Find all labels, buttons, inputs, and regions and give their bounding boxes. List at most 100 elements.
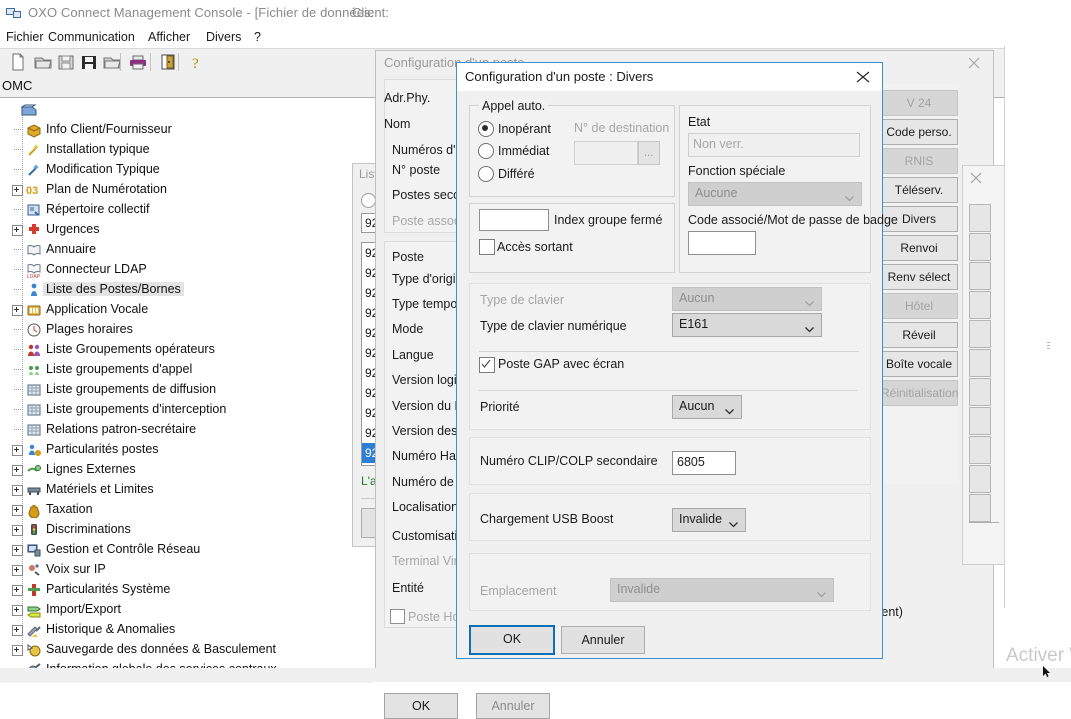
radio-immediat[interactable]: [478, 143, 494, 159]
tree-expand-toggle[interactable]: [12, 625, 23, 636]
window-title-client: Client:: [352, 5, 389, 20]
side-button[interactable]: Boîte vocale: [880, 351, 958, 377]
mini-box[interactable]: [969, 291, 991, 319]
vertical-scrollbar-grip-icon: [1047, 342, 1051, 352]
tree-item-label: Urgences: [46, 222, 100, 236]
tree-expand-toggle[interactable]: [12, 525, 23, 536]
config-field-label: Nom: [384, 117, 411, 131]
side-button[interactable]: Réveil: [880, 322, 958, 348]
exit-door-icon[interactable]: [158, 52, 178, 72]
bottom-edge-strip: [0, 668, 1071, 682]
tree-item-label: Connecteur LDAP: [46, 262, 147, 276]
menu-item-fichier[interactable]: Fichier: [6, 30, 44, 44]
acces-sortant-label: Accès sortant: [497, 240, 573, 254]
tree-branch-line: [14, 349, 23, 350]
mini-panel-close-icon[interactable]: [968, 170, 984, 186]
grid-icon: [26, 402, 42, 418]
mini-box[interactable]: [969, 320, 991, 348]
open-folder2-icon[interactable]: [102, 52, 122, 72]
new-file-icon[interactable]: [8, 52, 28, 72]
poste-config-cancel-button[interactable]: Annuler: [476, 693, 550, 719]
help-icon[interactable]: ?: [187, 52, 207, 72]
tree-expand-toggle[interactable]: [12, 185, 23, 196]
tree-item-label: Historique & Anomalies: [46, 622, 176, 636]
index-groupe-input[interactable]: [479, 209, 549, 231]
numbering-03-icon: 03: [26, 182, 42, 198]
tree-expand-toggle[interactable]: [12, 645, 23, 656]
mini-box[interactable]: [969, 233, 991, 261]
clip-colp-input[interactable]: 6805: [672, 451, 736, 475]
mini-box[interactable]: [969, 407, 991, 435]
menu-item-divers[interactable]: Divers: [206, 30, 241, 44]
poste-config-ok-button[interactable]: OK: [384, 693, 458, 719]
acces-sortant-checkbox[interactable]: [479, 239, 495, 255]
mini-box[interactable]: [969, 349, 991, 377]
config-field-label: Mode: [392, 322, 424, 336]
type-clavier-select[interactable]: Aucun: [672, 287, 822, 311]
network-icon: [26, 542, 42, 558]
save-icon[interactable]: [56, 52, 76, 72]
usb-boost-label: Chargement USB Boost: [480, 512, 614, 526]
mini-box[interactable]: [969, 465, 991, 493]
divers-config-dialog[interactable]: Configuration d'un poste : Divers Appel …: [456, 62, 898, 659]
mini-box[interactable]: [969, 378, 991, 406]
emplacement-select[interactable]: Invalide: [610, 578, 834, 602]
emplacement-label: Emplacement: [480, 584, 557, 598]
radio-inoperant[interactable]: [478, 121, 494, 137]
side-button[interactable]: Renvoi: [880, 235, 958, 261]
tree-expand-toggle[interactable]: [12, 545, 23, 556]
poste-side-button-panel: V 24 Code perso. RNIS Téléserv. Divers Renvoi…: [877, 84, 958, 484]
menu-item-help[interactable]: ?: [254, 30, 261, 44]
divers-cancel-button[interactable]: Annuler: [561, 626, 645, 654]
save-all-icon[interactable]: [79, 52, 99, 72]
priorite-select[interactable]: Aucun: [672, 395, 742, 419]
tree-expand-toggle[interactable]: [12, 585, 23, 596]
tree-expand-toggle[interactable]: [12, 225, 23, 236]
list-filter-radio[interactable]: [361, 193, 376, 208]
side-button[interactable]: Téléserv.: [880, 177, 958, 203]
directory-icon: [26, 202, 42, 218]
radio-differe-label: Différé: [498, 167, 535, 181]
divers-ok-button[interactable]: OK: [469, 625, 555, 655]
print-icon[interactable]: [128, 52, 148, 72]
menu-item-communication[interactable]: Communication: [48, 30, 135, 44]
side-button[interactable]: Renv sélect: [880, 264, 958, 290]
poste-config-close-icon[interactable]: [963, 55, 985, 71]
code-associe-input[interactable]: [688, 231, 756, 255]
poste-gap-checkbox[interactable]: [479, 357, 495, 373]
mini-box[interactable]: [969, 436, 991, 464]
mini-panel-window[interactable]: [962, 165, 1006, 565]
config-field-label: Poste Hot: [408, 610, 463, 624]
open-folder-icon[interactable]: [33, 52, 53, 72]
tree-item-label: Liste Groupements opérateurs: [46, 342, 215, 356]
tree-expand-toggle[interactable]: [12, 505, 23, 516]
tree-expand-toggle[interactable]: [12, 565, 23, 576]
tree-expand-toggle[interactable]: [12, 605, 23, 616]
radio-differe[interactable]: [478, 166, 494, 182]
side-button[interactable]: Code perso.: [880, 119, 958, 145]
title-bar: OXO Connect Management Console - [Fichie…: [0, 0, 1071, 27]
navigation-tree[interactable]: Info Client/Fournisseur Installation typi…: [0, 98, 372, 668]
fonction-speciale-value: Aucune: [695, 186, 738, 200]
radio-immediat-label: Immédiat: [498, 144, 550, 158]
destination-input[interactable]: [574, 141, 638, 165]
tree-expand-toggle[interactable]: [12, 465, 23, 476]
tree-expand-toggle[interactable]: [12, 485, 23, 496]
mini-box[interactable]: [969, 262, 991, 290]
tree-expand-toggle[interactable]: [12, 445, 23, 456]
type-clavier-numerique-select[interactable]: E161: [672, 313, 822, 337]
destination-label: N° de destination: [574, 121, 670, 135]
menu-item-afficher[interactable]: Afficher: [148, 30, 190, 44]
poste-hot-checkbox[interactable]: [390, 609, 405, 624]
etat-input: Non verr.: [688, 133, 860, 157]
mini-box[interactable]: [969, 204, 991, 232]
destination-browse-button[interactable]: ...: [638, 141, 660, 165]
svg-text:03: 03: [26, 185, 38, 197]
tree-expand-toggle[interactable]: [12, 305, 23, 316]
fonction-speciale-select[interactable]: Aucune: [688, 182, 862, 206]
chevron-down-icon: [817, 587, 826, 598]
mini-box[interactable]: [969, 494, 991, 522]
voice-app-icon: [26, 302, 42, 318]
usb-boost-select[interactable]: Invalide: [672, 508, 746, 532]
close-icon[interactable]: [846, 65, 880, 89]
